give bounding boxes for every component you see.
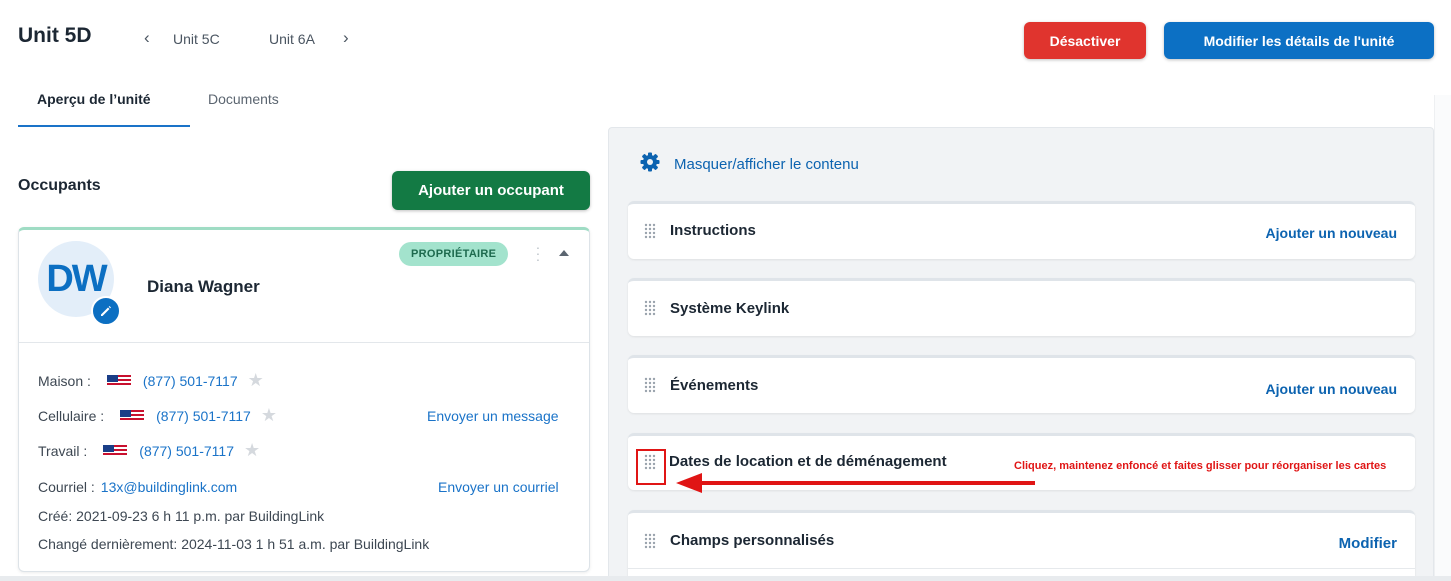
pencil-icon[interactable] — [91, 296, 121, 326]
more-options-icon[interactable]: · · · — [533, 240, 543, 266]
section-title: Dates de location et de déménagement — [669, 453, 947, 470]
scrollbar[interactable] — [1434, 95, 1451, 581]
card-divider — [19, 342, 589, 343]
send-email-link[interactable]: Envoyer un courriel — [438, 479, 559, 495]
work-phone-row: Travail : (877) 501-7117 ★ — [38, 440, 260, 461]
tab-unit-overview[interactable]: Aperçu de l’unité — [37, 91, 151, 107]
star-icon[interactable]: ★ — [261, 405, 277, 426]
add-new-link[interactable]: Ajouter un nouveau — [1266, 225, 1397, 241]
email-row: Courriel : 13x@buildinglink.com — [38, 479, 237, 495]
tab-documents[interactable]: Documents — [208, 91, 279, 107]
us-flag-icon — [106, 374, 131, 387]
occupant-name[interactable]: Diana Wagner — [147, 277, 260, 297]
bottom-divider — [0, 576, 1451, 581]
drag-handle-icon[interactable] — [644, 300, 656, 316]
section-card-events: Événements Ajouter un nouveau — [628, 355, 1415, 413]
drag-hint-text: Cliquez, maintenez enfoncé et faites gli… — [1014, 460, 1387, 472]
drag-hint-arrowhead — [676, 473, 702, 493]
work-phone-label: Travail : — [38, 442, 88, 459]
changed-text: Changé dernièrement: 2024-11-03 1 h 51 a… — [38, 536, 430, 552]
occupant-card: DW Diana Wagner PROPRIÉTAIRE · · · Maison … — [18, 227, 590, 572]
drag-handle-icon[interactable] — [644, 223, 656, 239]
section-title: Événements — [670, 377, 759, 394]
drag-handle-icon[interactable] — [644, 377, 656, 393]
home-phone-label: Maison : — [38, 372, 91, 389]
star-icon[interactable]: ★ — [248, 370, 264, 391]
page-title: Unit 5D — [18, 24, 92, 47]
card-divider — [628, 568, 1415, 569]
drag-hint-highlight — [636, 449, 666, 485]
page-header: Unit 5D ‹ Unit 5C Unit 6A › Désactiver M… — [0, 0, 1451, 80]
prev-unit-link[interactable]: Unit 5C — [173, 31, 220, 47]
star-icon[interactable]: ★ — [244, 440, 260, 461]
cell-phone-label: Cellulaire : — [38, 407, 105, 424]
edit-unit-button[interactable]: Modifier les détails de l'unité — [1164, 22, 1434, 59]
send-message-link[interactable]: Envoyer un message — [427, 408, 559, 424]
home-phone-link[interactable]: (877) 501-7117 — [143, 373, 238, 389]
section-card-keylink: Système Keylink — [628, 278, 1415, 336]
us-flag-icon — [120, 409, 145, 422]
section-card-instructions: Instructions Ajouter un nouveau — [628, 201, 1415, 259]
work-phone-link[interactable]: (877) 501-7117 — [139, 443, 234, 459]
occupants-title: Occupants — [18, 177, 101, 194]
email-link[interactable]: 13x@buildinglink.com — [101, 479, 237, 495]
drag-hint-arrow — [700, 481, 1035, 485]
edit-link[interactable]: Modifier — [1339, 535, 1397, 552]
us-flag-icon — [103, 444, 128, 457]
section-title: Instructions — [670, 222, 756, 239]
drag-handle-icon[interactable] — [644, 533, 656, 549]
gear-icon — [640, 152, 660, 176]
deactivate-button[interactable]: Désactiver — [1024, 22, 1146, 59]
section-title: Champs personnalisés — [670, 532, 835, 549]
next-unit-link[interactable]: Unit 6A — [269, 31, 315, 47]
active-tab-indicator — [18, 125, 190, 127]
add-occupant-button[interactable]: Ajouter un occupant — [392, 171, 590, 210]
status-badge: PROPRIÉTAIRE — [399, 242, 509, 266]
chevron-left-icon[interactable]: ‹ — [144, 28, 150, 48]
email-label: Courriel : — [38, 479, 95, 495]
cell-phone-link[interactable]: (877) 501-7117 — [156, 408, 251, 424]
collapse-icon[interactable] — [559, 250, 569, 256]
chevron-right-icon[interactable]: › — [343, 28, 349, 48]
created-text: Créé: 2021-09-23 6 h 11 p.m. par Buildin… — [38, 508, 325, 524]
cell-phone-row: Cellulaire : (877) 501-7117 ★ — [38, 405, 277, 426]
home-phone-row: Maison : (877) 501-7117 ★ — [38, 370, 264, 391]
section-card-custom-fields: Champs personnalisés Modifier — [628, 510, 1415, 581]
toggle-content-link[interactable]: Masquer/afficher le contenu — [640, 152, 859, 176]
section-title: Système Keylink — [670, 300, 790, 317]
toggle-content-label: Masquer/afficher le contenu — [674, 155, 859, 173]
add-new-link[interactable]: Ajouter un nouveau — [1266, 381, 1397, 397]
